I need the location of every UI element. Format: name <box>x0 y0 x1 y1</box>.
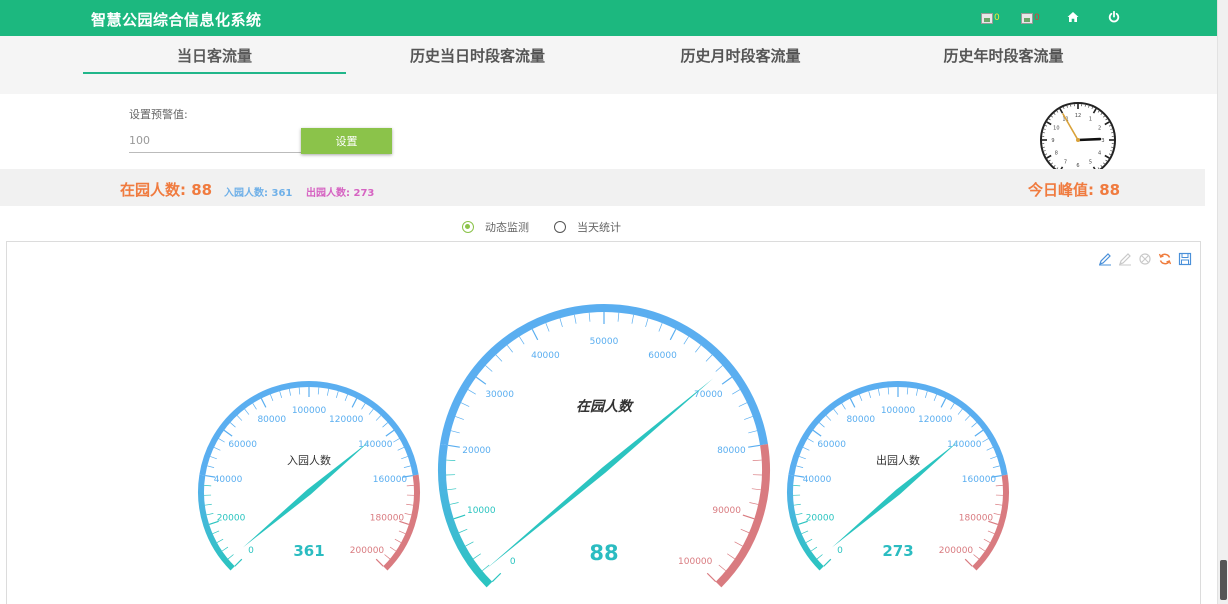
set-warning-button[interactable]: 设置 <box>301 128 392 154</box>
mode-today-label: 当天统计 <box>577 221 621 234</box>
power-icon[interactable] <box>1108 11 1120 23</box>
entered-value: 361 <box>271 188 293 199</box>
exited-stat: 出园人数: 273 <box>306 184 374 199</box>
analog-clock-icon: 123456789101112 <box>1040 102 1116 178</box>
tab-history-day[interactable]: 历史当日时段客流量 <box>346 45 609 66</box>
in-park-label: 在园人数: <box>120 181 186 199</box>
scrollbar-thumb[interactable] <box>1220 560 1227 600</box>
active-tab-indicator <box>83 72 346 74</box>
clock-center <box>1076 138 1080 142</box>
alert-a-button[interactable]: 0 <box>981 11 1000 25</box>
chart-toolbox <box>1098 252 1192 266</box>
clock-hour-label: 7 <box>1064 160 1067 166</box>
tab-history-year[interactable]: 历史年时段客流量 <box>872 45 1135 66</box>
clock-hour-label: 12 <box>1075 113 1081 119</box>
clock-hour-label: 9 <box>1051 138 1054 144</box>
gauge-panel <box>6 241 1201 604</box>
home-icon[interactable] <box>1067 11 1079 23</box>
warning-value-input[interactable] <box>129 128 301 153</box>
radio-icon[interactable] <box>462 221 474 233</box>
peak-value: 88 <box>1099 181 1121 199</box>
warning-label: 设置预警值: <box>129 108 188 121</box>
clock-hour-hand <box>1076 137 1102 142</box>
app-root: 智慧公园综合信息化系统 0 0 当日客流量 历史当日时段客流量 历史月时段客流量… <box>0 0 1228 604</box>
app-title: 智慧公园综合信息化系统 <box>91 11 262 29</box>
clock-hour-label: 3 <box>1101 138 1104 144</box>
page-scrollbar[interactable] <box>1217 0 1228 604</box>
clock-hour-label: 10 <box>1053 126 1059 132</box>
pen-disabled-icon[interactable] <box>1118 252 1132 266</box>
exited-label: 出园人数: <box>306 188 350 199</box>
tab-today-flow[interactable]: 当日客流量 <box>83 45 346 66</box>
mode-dynamic-radio[interactable]: 动态监测 <box>462 219 529 235</box>
save-icon[interactable] <box>1178 252 1192 266</box>
alert-b-count: 0 <box>1034 12 1040 23</box>
image-placeholder-icon <box>981 12 993 24</box>
image-placeholder-icon <box>1021 12 1033 24</box>
refresh-icon[interactable] <box>1158 252 1172 266</box>
entered-stat: 入园人数: 361 <box>224 184 292 199</box>
in-park-stat: 在园人数: 88 <box>120 179 212 200</box>
mode-today-radio[interactable]: 当天统计 <box>554 219 621 235</box>
exited-value: 273 <box>353 188 375 199</box>
clock-hour-label: 2 <box>1098 126 1101 132</box>
clock-hour-label: 1 <box>1089 116 1092 122</box>
pen-icon[interactable] <box>1098 252 1112 266</box>
alert-b-button[interactable]: 0 <box>1021 11 1040 25</box>
reset-icon[interactable] <box>1138 252 1152 266</box>
radio-icon[interactable] <box>554 221 566 233</box>
clock-hour-label: 8 <box>1055 151 1058 157</box>
mode-dynamic-label: 动态监测 <box>485 221 529 234</box>
peak-label: 今日峰值: <box>1028 181 1094 199</box>
clock-hour-label: 5 <box>1089 160 1092 166</box>
peak-stat: 今日峰值: 88 <box>1028 179 1120 200</box>
tab-history-month[interactable]: 历史月时段客流量 <box>609 45 872 66</box>
clock-hour-label: 4 <box>1098 151 1101 157</box>
in-park-value: 88 <box>191 181 213 199</box>
top-bar: 智慧公园综合信息化系统 0 0 <box>0 0 1217 36</box>
entered-label: 入园人数: <box>224 188 268 199</box>
alert-a-count: 0 <box>994 12 1000 23</box>
